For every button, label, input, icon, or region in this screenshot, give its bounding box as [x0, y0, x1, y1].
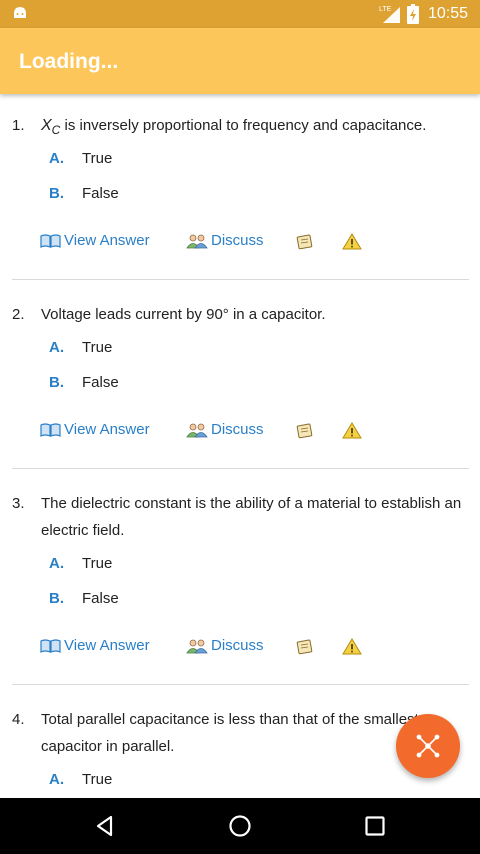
view-answer-button[interactable]: View Answer	[40, 637, 150, 654]
option-letter[interactable]: B.	[49, 374, 64, 391]
users-icon	[186, 423, 208, 437]
option-text[interactable]: True	[82, 339, 112, 356]
notebook-icon[interactable]	[296, 639, 314, 655]
users-icon	[186, 234, 208, 248]
lte-signal-icon: LTE	[379, 6, 400, 23]
option-letter[interactable]: A.	[49, 339, 64, 356]
option-text[interactable]: True	[82, 150, 112, 167]
question-number: 4.	[12, 711, 25, 728]
option-letter[interactable]: B.	[49, 590, 64, 607]
discuss-button[interactable]: Discuss	[186, 637, 264, 654]
view-answer-label: View Answer	[64, 637, 150, 654]
question-number: 3.	[12, 495, 25, 512]
warning-icon[interactable]	[342, 233, 362, 250]
divider	[12, 684, 469, 685]
notebook-icon[interactable]	[296, 234, 314, 250]
discuss-label: Discuss	[211, 637, 264, 654]
discuss-label: Discuss	[211, 421, 264, 438]
warning-icon[interactable]	[342, 422, 362, 439]
users-icon	[186, 639, 208, 653]
option-text[interactable]: True	[82, 771, 112, 788]
view-answer-button[interactable]: View Answer	[40, 232, 150, 249]
book-icon	[40, 638, 61, 653]
lte-label: LTE	[379, 6, 392, 13]
question-number: 1.	[12, 117, 25, 134]
status-clock: 10:55	[428, 5, 469, 22]
warning-icon[interactable]	[342, 638, 362, 655]
page-title: Loading...	[19, 50, 119, 73]
question-list[interactable]: 1. XC is inversely proportional to frequ…	[0, 94, 480, 798]
battery-charging-icon	[407, 4, 419, 24]
android-notification-icon	[14, 7, 26, 18]
question-text: Voltage leads current by 90° in a capaci…	[41, 306, 326, 323]
book-icon	[40, 422, 61, 437]
question-text-body: is inversely proportional to frequency a…	[60, 117, 427, 134]
symbol-xc: XC	[41, 117, 60, 137]
discuss-button[interactable]: Discuss	[186, 421, 264, 438]
book-icon	[40, 233, 61, 248]
option-text[interactable]: False	[82, 185, 119, 202]
question-number: 2.	[12, 306, 25, 323]
symbol-x: X	[41, 117, 52, 134]
discuss-button[interactable]: Discuss	[186, 232, 264, 249]
option-letter[interactable]: B.	[49, 185, 64, 202]
notebook-icon[interactable]	[296, 423, 314, 439]
option-text[interactable]: True	[82, 555, 112, 572]
recent-apps-icon[interactable]	[361, 812, 389, 840]
divider	[12, 468, 469, 469]
option-text[interactable]: False	[82, 374, 119, 391]
option-text[interactable]: False	[82, 590, 119, 607]
status-bar: LTE 10:55	[0, 0, 480, 28]
network-share-icon	[416, 734, 440, 758]
option-letter[interactable]: A.	[49, 555, 64, 572]
question-text: The dielectric constant is the ability o…	[41, 495, 462, 539]
view-answer-label: View Answer	[64, 421, 150, 438]
option-letter[interactable]: A.	[49, 150, 64, 167]
view-answer-label: View Answer	[64, 232, 150, 249]
option-letter[interactable]: A.	[49, 771, 64, 788]
back-icon[interactable]	[91, 812, 119, 840]
app-bar: Loading...	[0, 28, 480, 94]
discuss-label: Discuss	[211, 232, 264, 249]
share-fab-button[interactable]	[396, 714, 460, 778]
system-nav-bar	[0, 798, 480, 854]
divider	[12, 279, 469, 280]
question-text: XC is inversely proportional to frequenc…	[41, 112, 466, 144]
home-icon[interactable]	[226, 812, 254, 840]
view-answer-button[interactable]: View Answer	[40, 421, 150, 438]
